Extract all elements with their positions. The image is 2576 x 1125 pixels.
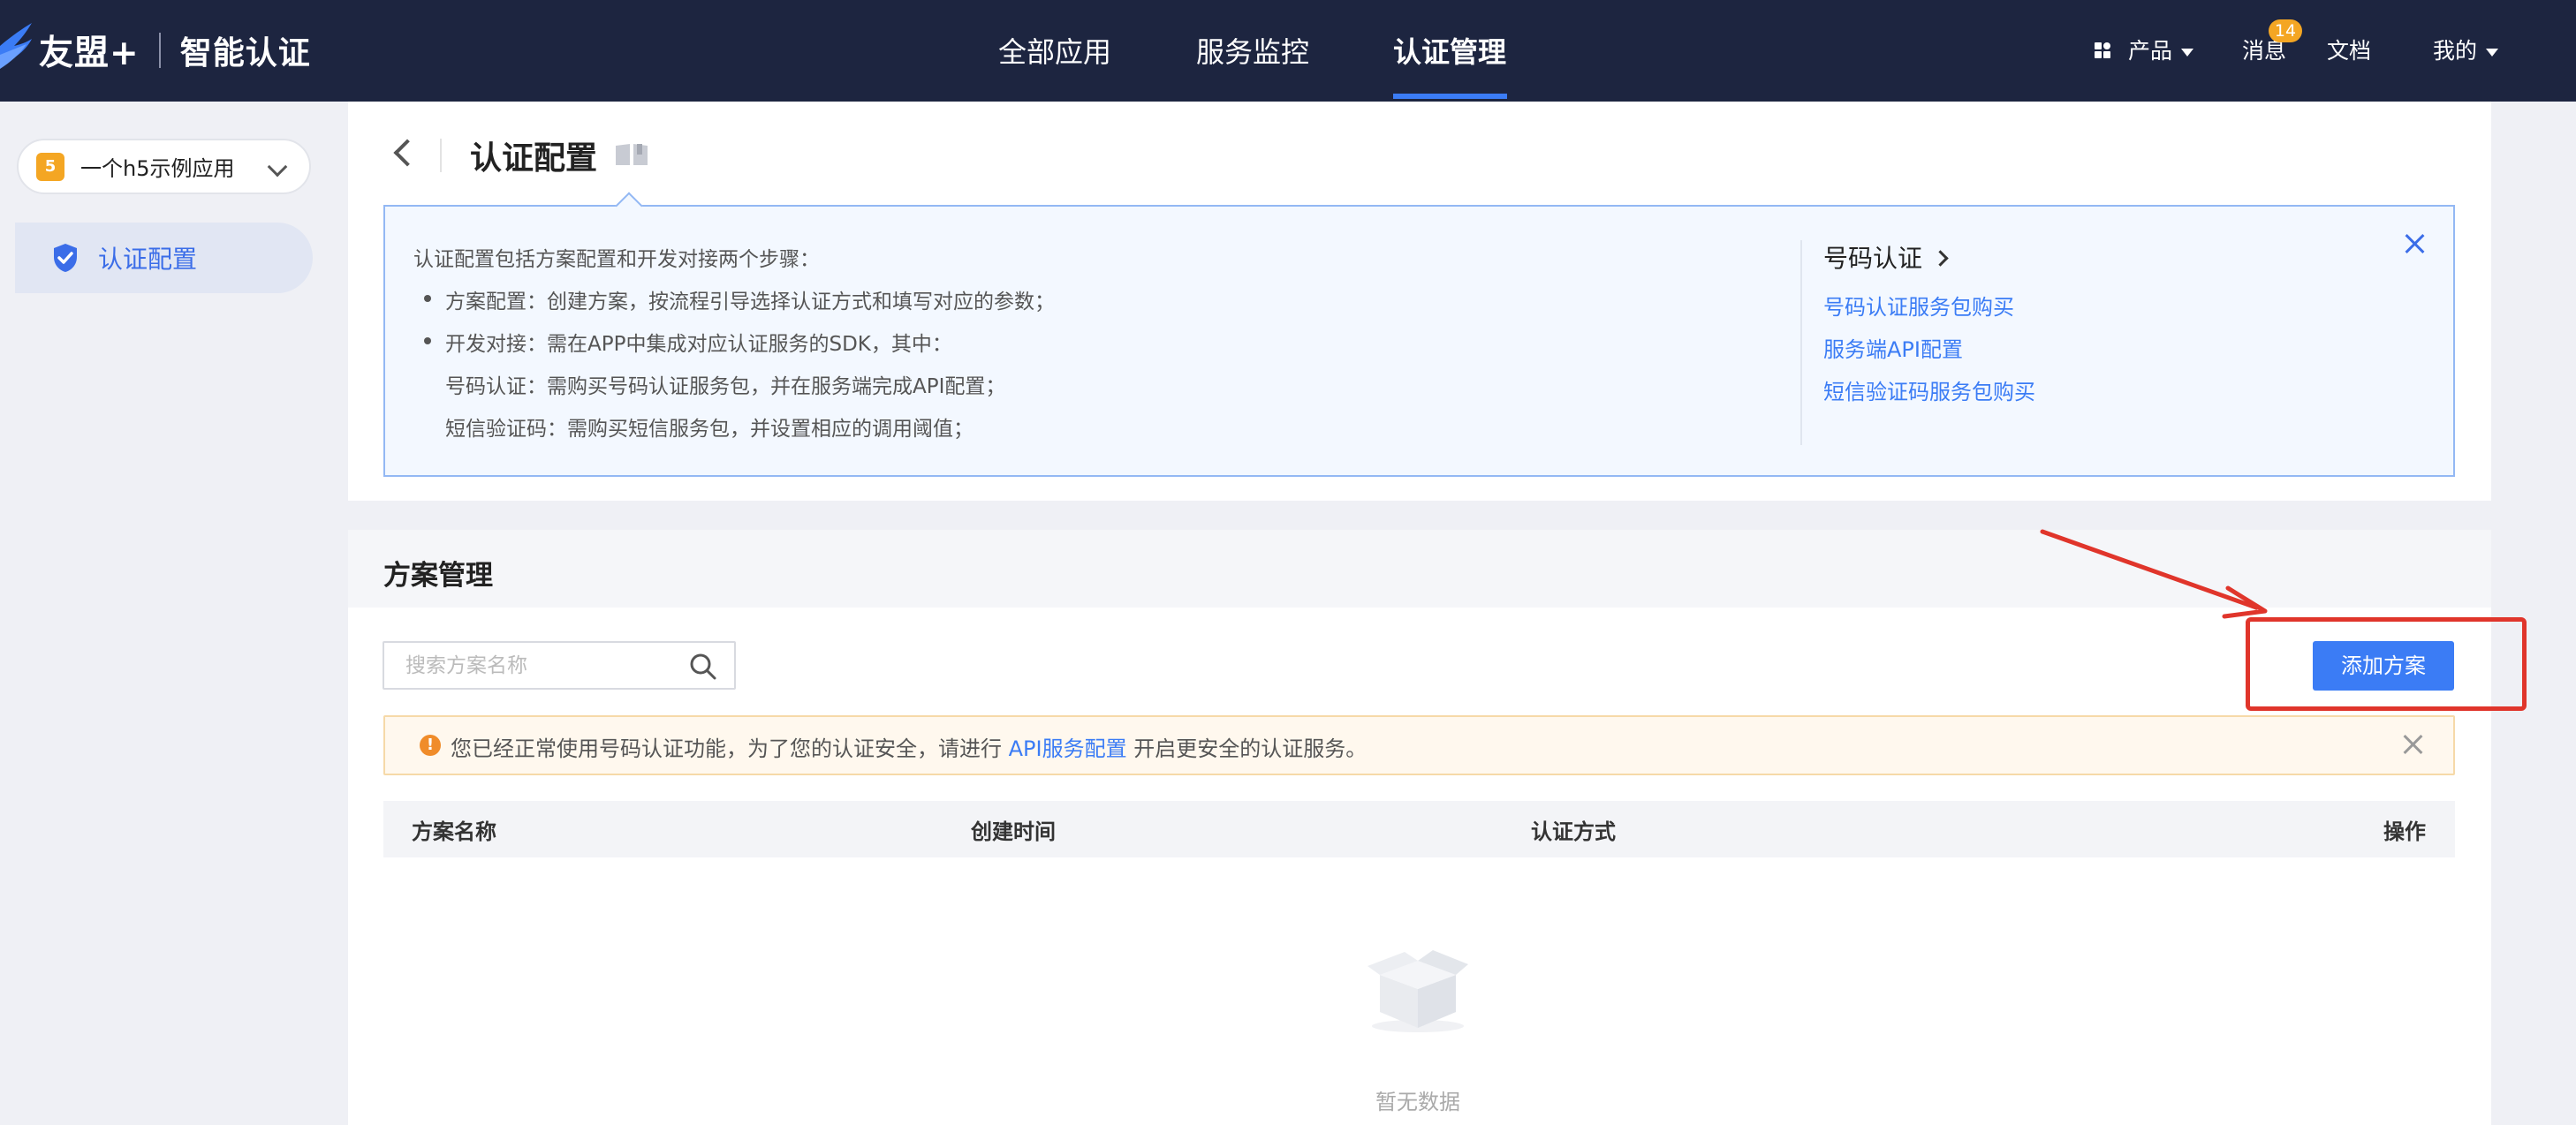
sidebar-item-auth-config[interactable]: 认证配置 [15, 223, 313, 293]
empty-box-icon [1368, 950, 1468, 1032]
products-label: 产品 [2128, 38, 2173, 64]
link-buy-sms-package[interactable]: 短信验证码服务包购买 [1823, 374, 2035, 405]
title-divider [440, 139, 442, 172]
api-config-link[interactable]: API服务配置 [1009, 736, 1127, 761]
warning-icon: ! [420, 735, 441, 756]
column-header-auth-method: 认证方式 [1531, 819, 1616, 844]
caret-down-icon [2181, 48, 2194, 57]
message-count-badge: 14 [2269, 19, 2302, 42]
nav-service-monitor[interactable]: 服务监控 [1196, 0, 1309, 102]
warning-text-before: 您已经正常使用号码认证功能，为了您的认证安全，请进行 [451, 736, 1009, 761]
info-divider [1800, 240, 1802, 445]
info-bullet-2: 开发对接：需在APP中集成对应认证服务的SDK，其中： [445, 333, 952, 356]
app-selector-label: 一个h5示例应用 [80, 156, 235, 181]
product-name: 智能认证 [179, 35, 311, 72]
html5-icon [36, 152, 64, 181]
caret-down-icon [2486, 48, 2499, 57]
close-icon[interactable] [2404, 233, 2425, 254]
products-menu[interactable]: 产品 [2128, 0, 2194, 102]
chevron-right-icon [1932, 249, 1949, 267]
docs-link[interactable]: 文档 [2327, 0, 2371, 102]
sidebar-item-label: 认证配置 [98, 245, 198, 274]
brand-divider [158, 33, 161, 68]
brand-logo[interactable]: 友盟+ 智能认证 [0, 19, 311, 81]
account-label: 我的 [2433, 38, 2478, 64]
link-buy-phone-auth[interactable]: 号码认证服务包购买 [1823, 290, 2014, 321]
annotation-highlight-box [2246, 617, 2527, 711]
app-selector[interactable]: 一个h5示例应用 [17, 139, 311, 194]
empty-state-text: 暂无数据 [1375, 1090, 1460, 1114]
info-bullet-1: 方案配置：创建方案，按流程引导选择认证方式和填写对应的参数； [445, 291, 1055, 313]
warning-text-after: 开启更安全的认证服务。 [1126, 736, 1368, 761]
bird-logo-icon [0, 23, 32, 69]
bullet-dot [424, 295, 431, 302]
warning-message: 您已经正常使用号码认证功能，为了您的认证安全，请进行 API服务配置 开启更安全… [451, 731, 1367, 762]
bullet-dot [424, 337, 431, 344]
search-input[interactable] [386, 645, 678, 686]
section-title: 方案管理 [383, 560, 493, 592]
shield-check-icon [54, 244, 77, 272]
active-nav-indicator [1393, 94, 1507, 99]
column-header-actions: 操作 [2383, 819, 2426, 844]
phone-auth-title: 号码认证 [1823, 244, 1923, 273]
phone-auth-link[interactable]: 号码认证 [1823, 239, 1949, 275]
info-sub-line-1: 号码认证：需购买号码认证服务包，并在服务端完成API配置； [445, 375, 1006, 398]
top-navbar: 友盟+ 智能认证 全部应用 服务监控 认证管理 产品 消息 14 文档 我的 [0, 0, 2576, 102]
page-title: 认证配置 [470, 140, 598, 177]
annotation-arrow-icon [2040, 529, 2268, 619]
book-icon[interactable] [614, 142, 649, 167]
brand-name: 友盟+ [39, 34, 140, 73]
column-header-created-time: 创建时间 [971, 819, 1056, 844]
info-intro: 认证配置包括方案配置和开发对接两个步骤： [413, 248, 820, 271]
info-sub-line-2: 短信验证码：需购买短信服务包，并设置相应的调用阈值； [445, 418, 974, 441]
search-icon[interactable] [688, 652, 718, 682]
close-warning-icon[interactable] [2402, 734, 2423, 755]
link-server-api-config[interactable]: 服务端API配置 [1823, 332, 1963, 363]
account-menu[interactable]: 我的 [2433, 0, 2499, 102]
nav-auth-management[interactable]: 认证管理 [1393, 0, 1506, 102]
table-header [383, 801, 2455, 857]
chevron-down-icon [267, 156, 288, 177]
search-box [383, 641, 736, 690]
nav-all-apps[interactable]: 全部应用 [998, 0, 1111, 102]
column-header-scheme-name: 方案名称 [412, 819, 496, 844]
products-grid-icon[interactable] [2095, 42, 2110, 58]
messages-link[interactable]: 消息 [2242, 0, 2286, 102]
